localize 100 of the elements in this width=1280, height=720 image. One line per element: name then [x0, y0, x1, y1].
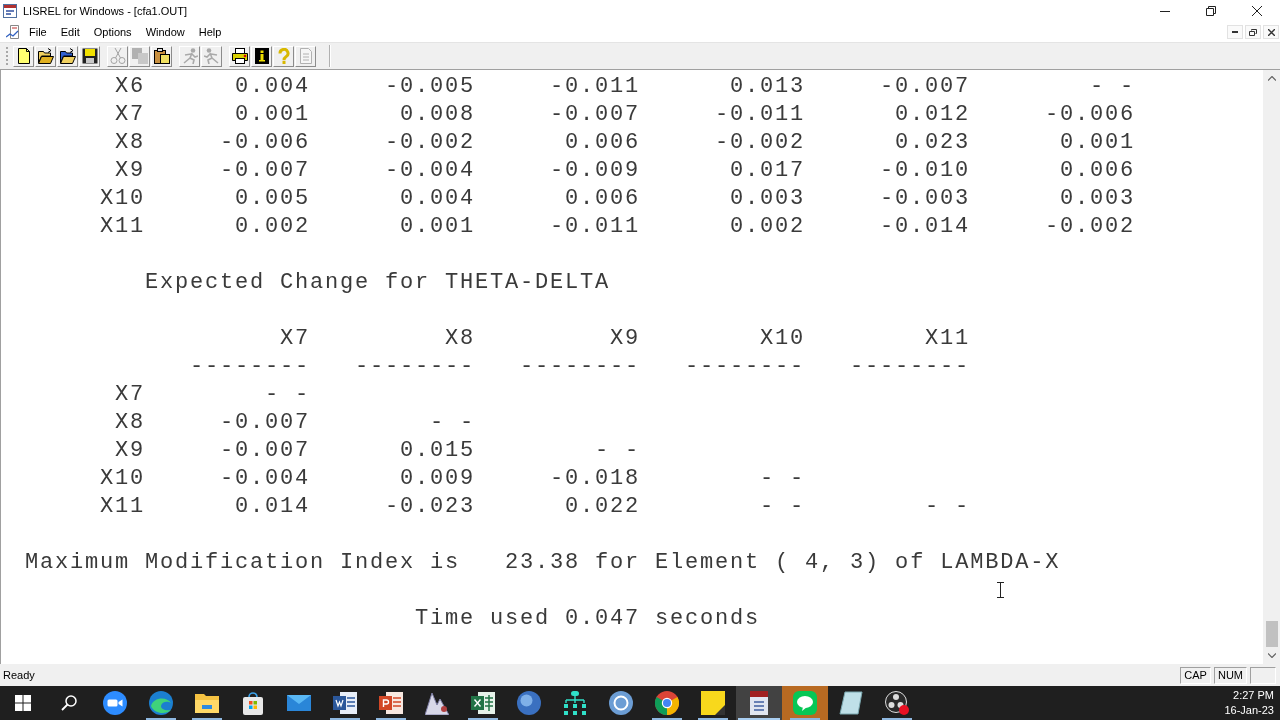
video-camera-icon[interactable] — [103, 691, 127, 715]
summary-line: Maximum Modification Index is 23.38 for Element ( 4, 3) of LAMBDA-X — [25, 549, 1061, 577]
toolbar-button[interactable] — [151, 45, 172, 67]
chat-bubble-icon — [793, 691, 817, 715]
table-cell: 0.017 — [730, 157, 805, 185]
table-cell: -0.011 — [715, 101, 805, 129]
table-cell: 0.005 — [235, 185, 310, 213]
toolbar-button[interactable] — [13, 45, 34, 67]
table-cell: -0.007 — [220, 437, 310, 465]
table-cell: -0.006 — [220, 129, 310, 157]
table-cell: 0.013 — [730, 73, 805, 101]
document-icon — [747, 691, 771, 715]
scissors-icon — [109, 48, 126, 64]
search-icon[interactable] — [61, 695, 77, 711]
restore-icon — [1249, 28, 1257, 36]
node-tree-icon[interactable] — [563, 691, 587, 715]
table-cell: 0.003 — [730, 185, 805, 213]
table-cell: -0.002 — [385, 129, 475, 157]
table-cell: -0.004 — [385, 157, 475, 185]
child-restore-button[interactable] — [1245, 25, 1261, 39]
running-figure-icon — [181, 48, 198, 64]
row-label: X11 — [100, 493, 145, 521]
notepad-icon[interactable] — [839, 691, 863, 715]
sphere-icon[interactable] — [517, 691, 541, 715]
table-cell: 0.012 — [895, 101, 970, 129]
row-label: X7 — [115, 101, 145, 129]
table-cell: -0.014 — [880, 213, 970, 241]
column-header: X11 — [925, 325, 970, 353]
status-text: Ready — [3, 669, 35, 681]
table-cell: -0.009 — [550, 157, 640, 185]
close-icon — [1267, 28, 1275, 36]
presentation-icon[interactable] — [379, 691, 403, 715]
table-cell: -0.002 — [1045, 213, 1135, 241]
row-label: X6 — [115, 73, 145, 101]
row-label: X10 — [100, 185, 145, 213]
table-cell: 0.006 — [1060, 157, 1135, 185]
table-cell: -0.011 — [550, 73, 640, 101]
column-underline: -------- — [849, 353, 970, 381]
start-icon[interactable] — [15, 695, 31, 711]
table-cell: 0.002 — [730, 213, 805, 241]
menu-item[interactable]: Edit — [53, 24, 87, 40]
toolbar-button[interactable] — [57, 45, 78, 67]
shopping-bag-icon[interactable] — [241, 691, 265, 715]
taskbar-button[interactable] — [736, 686, 782, 720]
text-cursor-icon — [997, 582, 1004, 598]
row-label: X10 — [100, 465, 145, 493]
table-cell: - - — [925, 493, 970, 521]
toolbar-button[interactable] — [251, 45, 272, 67]
ring-icon[interactable] — [609, 691, 633, 715]
sticky-note-icon[interactable] — [701, 691, 725, 715]
table-cell: - - — [760, 465, 805, 493]
clock-time: 2:27 PM — [1233, 688, 1274, 703]
table-cell: 0.001 — [400, 213, 475, 241]
new-page-icon — [15, 48, 32, 64]
status-indicator: CAP — [1180, 666, 1211, 684]
folder-icon[interactable] — [195, 691, 219, 715]
table-cell: 0.001 — [235, 101, 310, 129]
open-folder-icon — [37, 48, 54, 64]
menu-item[interactable]: Help — [191, 24, 229, 40]
printer-icon — [231, 48, 248, 64]
status-indicator: NUM — [1213, 666, 1247, 684]
menu-item[interactable]: Window — [138, 24, 192, 40]
row-label: X11 — [100, 213, 145, 241]
table-cell: -0.007 — [220, 157, 310, 185]
document-icon[interactable] — [333, 691, 357, 715]
toolbar-button[interactable] — [79, 45, 100, 67]
menu-item[interactable]: File — [22, 24, 54, 40]
table-cell: - - — [265, 381, 310, 409]
table-cell: -0.007 — [880, 73, 970, 101]
spreadsheet-icon[interactable] — [471, 691, 495, 715]
scroll-up-icon[interactable] — [1267, 76, 1276, 81]
table-cell: -0.002 — [715, 129, 805, 157]
record-dot-icon[interactable] — [885, 691, 909, 715]
column-header: X9 — [610, 325, 640, 353]
minimize-icon[interactable] — [1160, 10, 1170, 12]
mountain-icon[interactable] — [425, 691, 449, 715]
toolbar-button[interactable] — [229, 45, 250, 67]
scrollbar-thumb[interactable] — [1265, 621, 1278, 647]
table-cell: 0.004 — [235, 73, 310, 101]
menu-item[interactable]: Options — [86, 24, 139, 40]
column-header: X10 — [760, 325, 805, 353]
section-heading: Expected Change for THETA-DELTA — [145, 269, 611, 297]
table-cell: 0.006 — [565, 185, 640, 213]
toolbar-button[interactable] — [35, 45, 56, 67]
child-minimize-button[interactable] — [1227, 25, 1243, 39]
close-icon[interactable] — [1252, 6, 1262, 16]
row-label: X9 — [115, 157, 145, 185]
table-cell: -0.004 — [220, 465, 310, 493]
child-close-button[interactable] — [1263, 25, 1279, 39]
table-cell: - - — [760, 493, 805, 521]
table-cell: 0.023 — [895, 129, 970, 157]
segmented-circle-icon[interactable] — [655, 691, 679, 715]
restore-icon[interactable] — [1206, 6, 1216, 16]
table-cell: 0.001 — [1060, 129, 1135, 157]
table-cell: 0.014 — [235, 493, 310, 521]
column-underline: -------- — [354, 353, 475, 381]
info-icon — [253, 48, 270, 64]
swirl-icon[interactable] — [149, 691, 173, 715]
scroll-down-icon[interactable] — [1267, 653, 1276, 658]
taskbar-button[interactable] — [782, 686, 828, 720]
